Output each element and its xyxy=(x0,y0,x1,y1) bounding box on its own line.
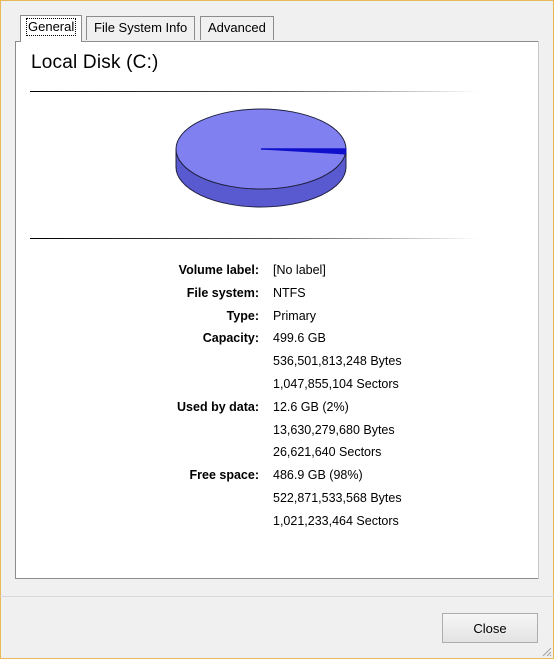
tab-file-system-info[interactable]: File System Info xyxy=(86,16,196,40)
info-label: Capacity: xyxy=(202,331,259,346)
info-value: 1,021,233,464 Sectors xyxy=(273,513,399,528)
resize-grip-icon[interactable] xyxy=(540,645,552,657)
info-value: Primary xyxy=(273,308,317,323)
panel-shadow xyxy=(538,41,539,579)
info-label: Free space: xyxy=(189,468,259,483)
info-value: 522,871,533,568 Bytes xyxy=(273,491,402,505)
tab-general-label: General xyxy=(26,18,77,36)
info-value: 1,047,855,104 Sectors xyxy=(273,377,399,391)
info-value: 26,621,640 Sectors xyxy=(273,445,382,460)
close-button[interactable]: Close xyxy=(442,613,538,643)
info-label: Type: xyxy=(226,308,259,323)
divider-bottom xyxy=(30,238,480,239)
info-value: 486.9 GB (98%) xyxy=(273,468,363,483)
info-value: 13,630,279,680 Bytes xyxy=(273,422,395,437)
tab-advanced[interactable]: Advanced xyxy=(200,16,274,40)
info-value: 12.6 GB (2%) xyxy=(273,399,349,414)
info-value: NTFS xyxy=(273,285,306,300)
button-bar-separator xyxy=(0,596,554,597)
tab-advanced-label: Advanced xyxy=(208,20,266,35)
info-value: 536,501,813,248 Bytes xyxy=(273,354,402,369)
info-label: File system: xyxy=(186,285,259,300)
info-value: 499.6 GB xyxy=(273,331,326,346)
tab-panel-general: Local Disk (C:) Volume label: [No label] F… xyxy=(15,41,539,579)
info-value: [No label] xyxy=(273,263,326,277)
disk-title: Local Disk (C:) xyxy=(31,52,159,73)
disk-usage-pie-chart xyxy=(166,104,356,224)
tab-file-system-info-label: File System Info xyxy=(94,20,188,35)
divider-top xyxy=(30,91,480,92)
pie-chart-svg xyxy=(175,108,347,208)
info-label: Used by data: xyxy=(177,399,259,414)
tab-general[interactable]: General xyxy=(20,15,83,42)
info-label: Volume label: xyxy=(178,263,259,277)
